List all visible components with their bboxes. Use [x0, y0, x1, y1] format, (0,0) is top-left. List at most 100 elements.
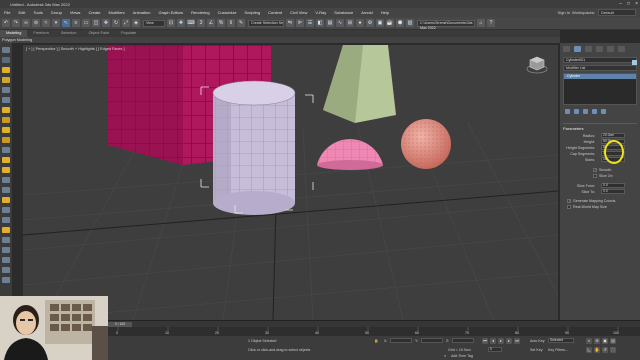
menu-file[interactable]: File [0, 10, 14, 15]
xrefs-icon[interactable] [2, 227, 10, 233]
lock-icon[interactable]: 🔒 [374, 339, 378, 343]
tab-freeform[interactable]: Freeform [27, 30, 54, 37]
motion-tab-icon[interactable] [596, 46, 603, 52]
named-selection-dropdown[interactable]: Create Selection Se [248, 19, 284, 27]
parameters-rollout-title[interactable]: Parameters [563, 123, 637, 131]
rotate-icon[interactable]: ↻ [112, 19, 120, 27]
folder-icon[interactable]: ▥ [406, 19, 414, 27]
selected-dropdown[interactable]: Selected [548, 338, 574, 343]
hierarchy-icon[interactable] [2, 97, 10, 103]
real-world-map-checkbox[interactable]: Real-World Map Size [563, 204, 637, 210]
object-color-swatch[interactable] [632, 60, 637, 65]
coord-y-field[interactable] [421, 338, 443, 343]
mirror-icon[interactable]: ⇋ [286, 19, 294, 27]
sign-in-link[interactable]: Sign In [558, 10, 570, 15]
rect-selection-icon[interactable]: ▭ [82, 19, 90, 27]
menu-modifiers[interactable]: Modifiers [104, 10, 128, 15]
perspective-viewport[interactable]: [ + ] [ Perspective ] [ Smooth + Highlig… [23, 45, 558, 320]
geometry-icon[interactable] [2, 167, 10, 173]
modifier-list-dropdown[interactable]: Modifier List [563, 65, 637, 71]
remove-modifier-icon[interactable] [592, 109, 597, 114]
menu-graph-editors[interactable]: Graph Editors [154, 10, 187, 15]
maximize-viewport-icon[interactable]: ⛶ [610, 347, 616, 353]
material-editor-icon[interactable]: ● [356, 19, 364, 27]
layer-explorer-icon[interactable]: ◧ [316, 19, 324, 27]
select-by-name-icon[interactable]: ≡ [72, 19, 80, 27]
auto-key-button[interactable]: Auto Key [530, 339, 545, 343]
render-production-icon[interactable]: ⬢ [396, 19, 404, 27]
checkbox-box[interactable]: ✓ [567, 199, 571, 203]
add-time-tag[interactable]: Add Time Tag [451, 354, 473, 358]
schematic-view-icon[interactable]: ⊞ [346, 19, 354, 27]
object-name-field[interactable]: Cylinder001 [563, 57, 637, 63]
slice-to-spinner[interactable]: 0.0 [601, 189, 625, 194]
menu-substance[interactable]: Substance [330, 10, 357, 15]
utilities-tab-icon[interactable] [618, 46, 625, 52]
sort-icon[interactable] [2, 137, 10, 143]
workspace-dropdown[interactable]: Default [598, 9, 636, 16]
hide-icon[interactable] [2, 117, 10, 123]
project-icon[interactable]: ⌂ [477, 19, 485, 27]
go-to-end-icon[interactable]: ⏭ [514, 338, 520, 344]
checkbox-box[interactable] [567, 205, 571, 209]
checkbox-box[interactable]: ✓ [593, 168, 597, 172]
tab-populate[interactable]: Populate [115, 30, 142, 37]
render-icon[interactable]: ☕ [386, 19, 394, 27]
zoom-all-icon[interactable]: ⊕ [594, 338, 600, 344]
menu-group[interactable]: Group [47, 10, 66, 15]
unlink-icon[interactable]: ⊘ [32, 19, 40, 27]
layer-icon[interactable] [2, 57, 10, 63]
reference-coordinate-dropdown[interactable]: View [143, 19, 165, 27]
display-tab-icon[interactable] [607, 46, 614, 52]
tab-object-paint[interactable]: Object Paint [82, 30, 115, 37]
set-key-button[interactable]: Set Key [530, 348, 543, 352]
bones-icon[interactable] [2, 207, 10, 213]
radius-spinner[interactable]: 20.0cm [601, 133, 625, 138]
align-icon[interactable]: ⊫ [296, 19, 304, 27]
menu-views[interactable]: Views [66, 10, 85, 15]
menu-customize[interactable]: Customize [214, 10, 241, 15]
scene-explorer-icon[interactable] [2, 277, 10, 283]
pivot-icon[interactable]: ⊡ [167, 19, 175, 27]
percent-snap-icon[interactable]: % [217, 19, 225, 27]
checkbox-box[interactable] [593, 174, 597, 178]
menu-help[interactable]: Help [377, 10, 393, 15]
menu-tools[interactable]: Tools [29, 10, 46, 15]
project-folder-dropdown[interactable]: C:\Users\Xtreme\Documents\3ds Max 2022 [417, 19, 475, 30]
spinner-snap-icon[interactable]: ⇕ [227, 19, 235, 27]
current-frame-field[interactable]: 0 [488, 347, 502, 352]
zoom-icon[interactable]: ⌕ [586, 338, 592, 344]
select-tool-icon[interactable] [2, 47, 10, 53]
orbit-icon[interactable]: ↺ [602, 347, 608, 353]
shapes-icon[interactable] [2, 177, 10, 183]
isolate-icon[interactable] [2, 127, 10, 133]
previous-frame-icon[interactable]: ◂ [490, 338, 496, 344]
menu-animation[interactable]: Animation [129, 10, 155, 15]
slice-from-spinner[interactable]: 0.0 [601, 183, 625, 188]
go-to-start-icon[interactable]: ⏮ [482, 338, 488, 344]
render-setup-icon[interactable]: ⚙ [366, 19, 374, 27]
close-button[interactable]: × [635, 1, 638, 7]
pan-icon[interactable]: ✋ [594, 347, 600, 353]
menu-scripting[interactable]: Scripting [241, 10, 265, 15]
show-end-result-icon[interactable] [574, 109, 579, 114]
pin-stack-icon[interactable] [565, 109, 570, 114]
display-icon[interactable] [2, 87, 10, 93]
link-icon[interactable]: ∞ [22, 19, 30, 27]
viewport-label[interactable]: [ + ] [ Perspective ] [ Smooth + Highlig… [26, 47, 125, 51]
window-crossing-icon[interactable]: ◫ [92, 19, 100, 27]
viewport-scene[interactable] [23, 45, 558, 320]
time-slider[interactable]: 0 / 100 [108, 320, 640, 327]
slice-on-checkbox[interactable]: Slice On [563, 173, 637, 179]
configure-sets-icon[interactable] [601, 109, 606, 114]
rendered-frame-icon[interactable]: ▣ [376, 19, 384, 27]
minimize-button[interactable]: – [619, 1, 622, 7]
groups-icon[interactable] [2, 217, 10, 223]
scale-icon[interactable]: ⤢ [122, 19, 130, 27]
play-icon[interactable]: ▸ [498, 338, 504, 344]
viewcube-icon[interactable] [526, 55, 548, 75]
field-of-view-icon[interactable]: ◺ [586, 347, 592, 353]
containers-icon[interactable] [2, 237, 10, 243]
light-icon[interactable] [2, 67, 10, 73]
tab-selection[interactable]: Selection [55, 30, 83, 37]
